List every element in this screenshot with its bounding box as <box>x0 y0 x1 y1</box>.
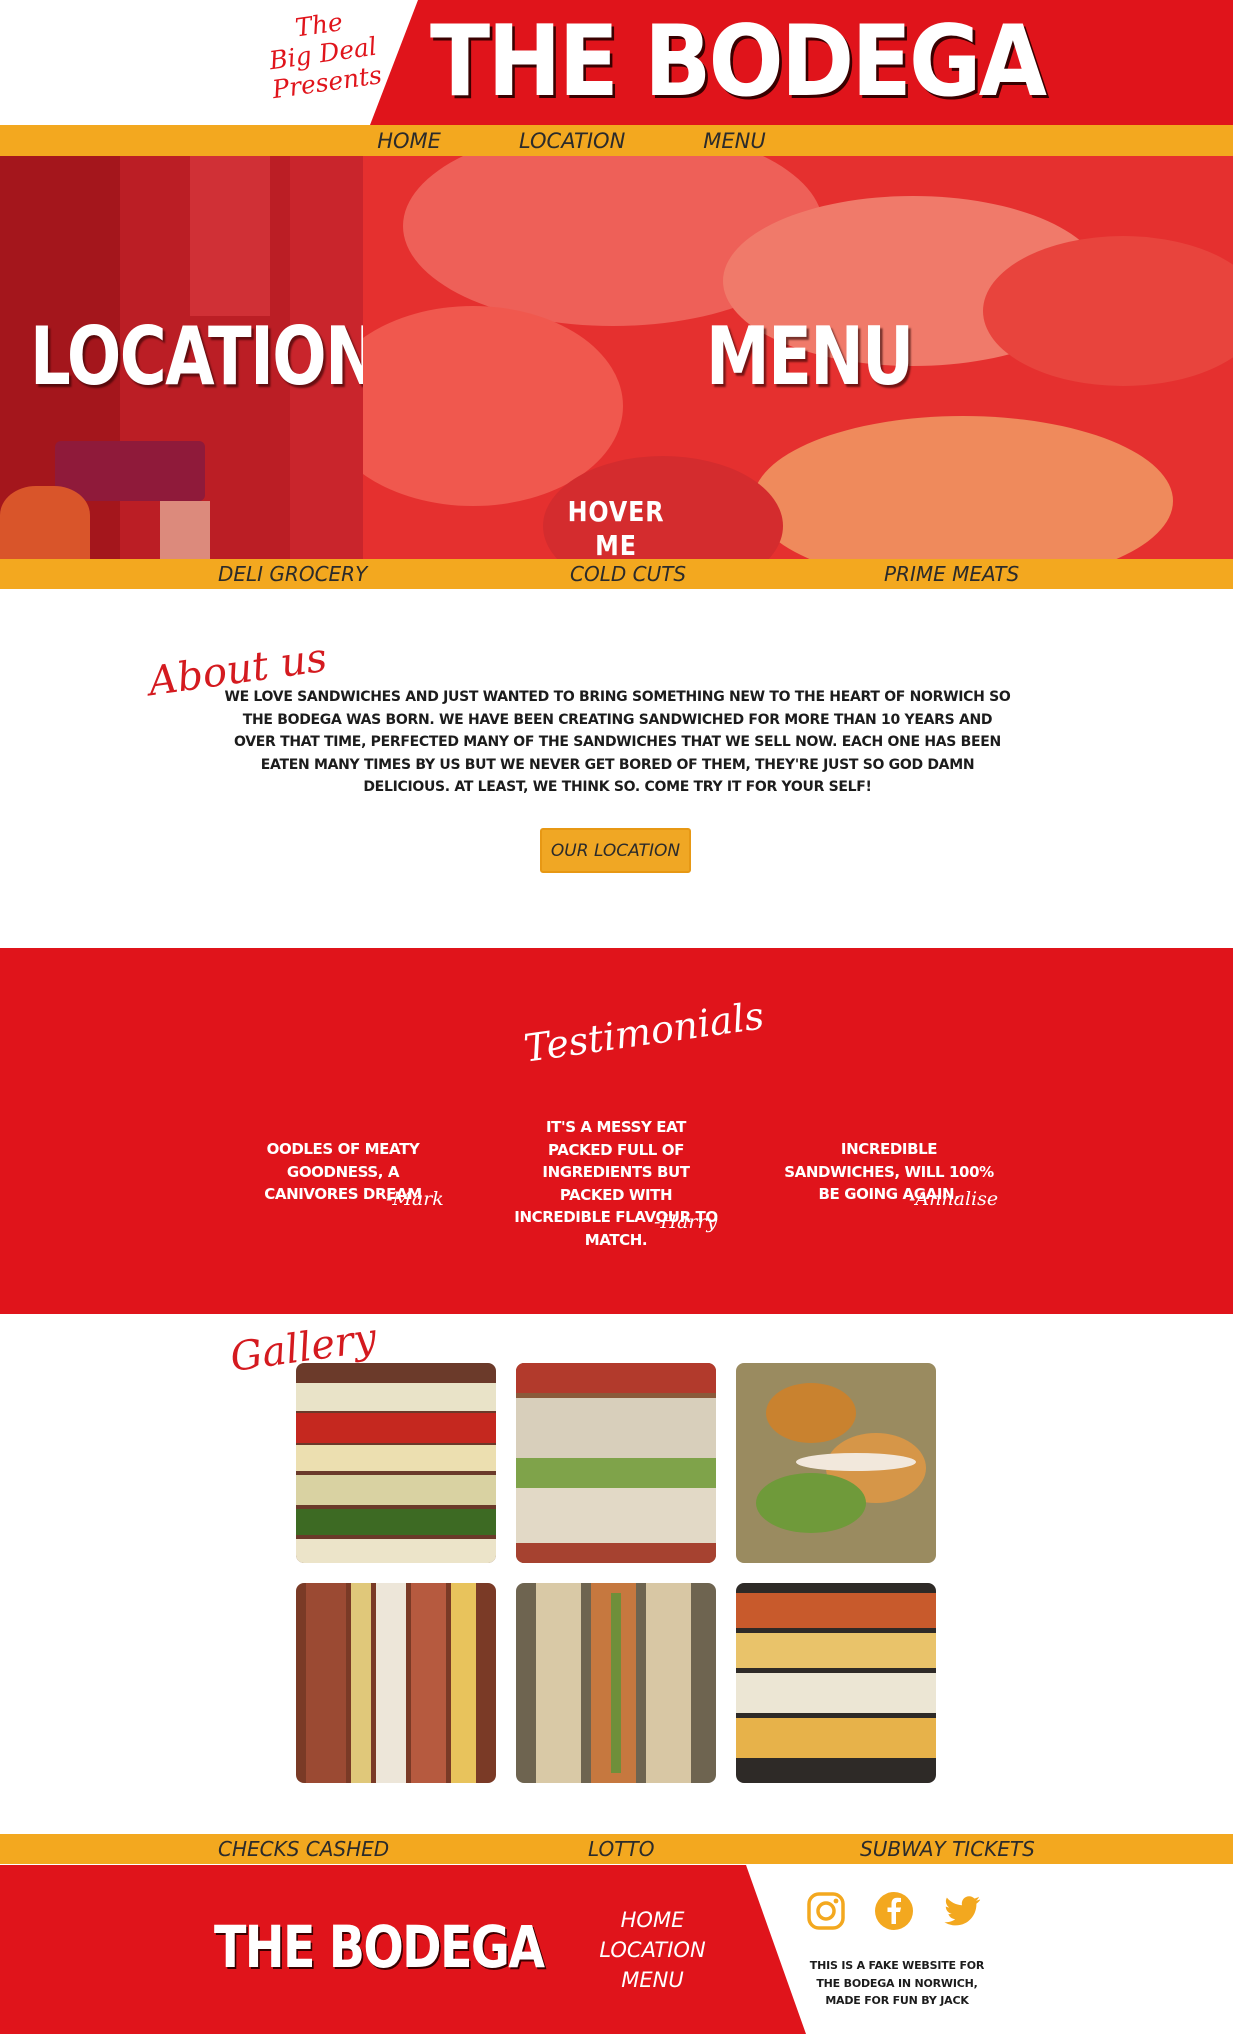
food-blob <box>766 1383 856 1443</box>
testimonial-author: -Mark <box>386 1188 444 1210</box>
strip-item: COLD CUTS <box>570 562 687 586</box>
hero-location-panel[interactable]: LOCATION <box>0 156 363 559</box>
bread-layer <box>296 1539 496 1563</box>
meat-layer <box>516 1543 716 1563</box>
egg-layer <box>736 1718 936 1758</box>
egg-layer <box>296 1475 496 1505</box>
bread-layer <box>516 1488 716 1543</box>
hero-menu-label[interactable]: MENU <box>706 312 914 402</box>
cheese-layer <box>451 1583 476 1783</box>
testimonial-author: -Annalise <box>909 1188 999 1210</box>
footer-nav-home[interactable]: HOME <box>590 1905 715 1935</box>
pickle-layer <box>611 1593 621 1773</box>
footer-nav-menu[interactable]: MENU <box>590 1965 715 1995</box>
gallery-photo-4[interactable] <box>296 1583 496 1783</box>
storefront-sign <box>55 441 205 501</box>
cheese-layer <box>351 1583 371 1783</box>
gallery-photo-1[interactable] <box>296 1363 496 1563</box>
our-location-button[interactable]: OUR LOCATION <box>540 828 691 873</box>
food-blob <box>983 236 1233 386</box>
bread-layer <box>516 1398 716 1458</box>
footer-nav-location[interactable]: LOCATION <box>590 1935 715 1965</box>
about-text: We love sandwiches and just wanted to br… <box>224 689 1011 795</box>
hero-location-label[interactable]: LOCATION <box>30 312 363 402</box>
testimonial-author: -Harry <box>654 1211 718 1233</box>
strip-item: CHECKS CASHED <box>218 1837 390 1861</box>
storefront-plants <box>0 486 90 559</box>
bread-layer <box>376 1583 406 1783</box>
gallery-photo-2[interactable] <box>516 1363 716 1563</box>
hero-menu-panel[interactable]: MENU <box>363 156 1233 559</box>
sauce-drizzle <box>796 1453 916 1471</box>
storefront-window <box>190 156 270 316</box>
bread-layer <box>646 1583 691 1783</box>
facebook-icon[interactable] <box>874 1891 914 1931</box>
meat-layer <box>736 1593 936 1628</box>
bread-layer <box>296 1383 496 1411</box>
nav-home[interactable]: HOME <box>377 129 441 153</box>
tomato-layer <box>296 1413 496 1443</box>
nav-location[interactable]: LOCATION <box>519 129 625 153</box>
bread-layer <box>536 1583 581 1783</box>
nav-menu[interactable]: MENU <box>703 129 765 153</box>
food-blob <box>756 1473 866 1533</box>
footer-logo[interactable]: THE BODEGA <box>214 1912 545 1982</box>
lettuce-layer <box>516 1458 716 1488</box>
meat-layer <box>411 1583 446 1783</box>
footer-nav: HOME LOCATION MENU <box>590 1905 715 1995</box>
meat-layer <box>516 1363 716 1393</box>
instagram-icon[interactable] <box>806 1891 846 1931</box>
bread-layer <box>296 1445 496 1471</box>
gallery-photo-5[interactable] <box>516 1583 716 1783</box>
hero: LOCATION MENU HOVER ME <box>0 156 1233 559</box>
storefront-bin <box>160 501 210 559</box>
footer-note: This is a fake website for the Bodega in… <box>809 1959 985 2007</box>
hover-hint: HOVER ME <box>567 495 665 559</box>
site-logo[interactable]: THE BODEGA <box>430 2 1047 122</box>
egg-layer <box>736 1633 936 1668</box>
info-strip-bottom: CHECKS CASHED LOTTO SUBWAY TICKETS <box>0 1834 1233 1864</box>
bread-layer <box>736 1673 936 1713</box>
greens-layer <box>296 1509 496 1535</box>
strip-item: LOTTO <box>588 1837 655 1861</box>
strip-item: DELI GROCERY <box>218 562 368 586</box>
info-strip-top: DELI GROCERY COLD CUTS PRIME MEATS <box>0 559 1233 589</box>
meat-layer <box>306 1583 346 1783</box>
strip-item: PRIME MEATS <box>884 562 1020 586</box>
strip-item: SUBWAY TICKETS <box>860 1837 1035 1861</box>
gallery-photo-3[interactable] <box>736 1363 936 1563</box>
gallery-photo-6[interactable] <box>736 1583 936 1783</box>
main-nav: HOME LOCATION MENU <box>0 125 1233 156</box>
twitter-icon[interactable] <box>942 1891 982 1931</box>
tagline: The Big Deal Presents <box>253 1 394 105</box>
food-blob <box>753 416 1173 559</box>
social-links <box>806 1891 986 1931</box>
